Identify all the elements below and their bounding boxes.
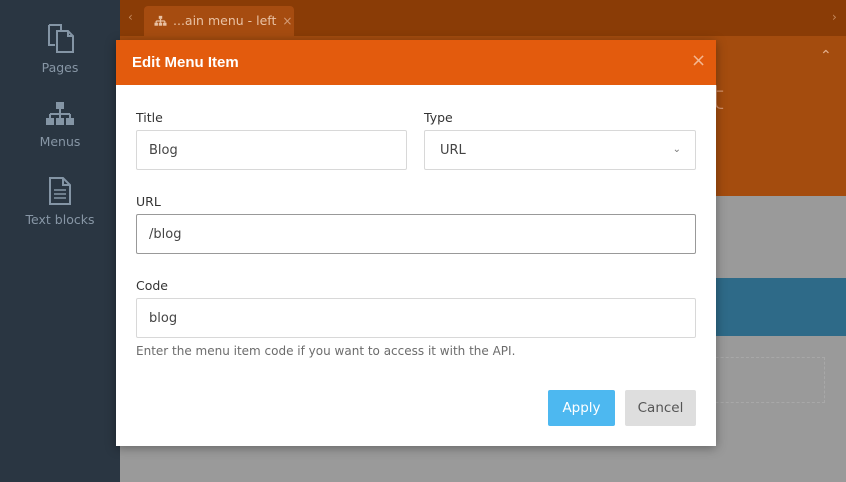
apply-button[interactable]: Apply [548,390,615,426]
type-select[interactable]: URL ⌄ [424,130,696,170]
sidebar: Pages Menus Text blocks [0,0,120,482]
dialog-title: Edit Menu Item [132,54,239,71]
url-label: URL [136,194,161,209]
code-label: Code [136,278,169,293]
chevron-up-icon[interactable]: ⌃ [820,48,832,64]
edit-menu-item-dialog: Edit Menu Item × Title Blog Type URL ⌄ U… [116,40,716,446]
code-input-value: blog [149,311,178,326]
code-input[interactable]: blog [136,298,696,338]
tab-main-menu-left[interactable]: ...ain menu - left × [144,6,294,36]
type-label: Type [424,110,453,125]
sidebar-item-pages[interactable]: Pages [0,22,120,75]
chevron-down-icon: ⌄ [672,144,681,155]
sidebar-item-label: Text blocks [25,212,95,227]
cancel-button[interactable]: Cancel [625,390,696,426]
title-input-value: Blog [149,143,178,158]
sitemap-icon [154,15,167,26]
sidebar-item-label: Menus [39,134,81,149]
pages-icon [48,24,74,53]
sidebar-item-menus[interactable]: Menus [0,100,120,149]
url-input-value: /blog [149,227,182,242]
title-input[interactable]: Blog [136,130,407,170]
close-icon[interactable]: × [691,52,706,70]
code-help-text: Enter the menu item code if you want to … [136,344,516,358]
dialog-header: Edit Menu Item × [116,40,716,85]
url-input[interactable]: /blog [136,214,696,254]
type-select-value: URL [440,143,466,158]
sidebar-item-label: Pages [41,60,79,75]
tab-label: ...ain menu - left [173,13,277,28]
tabs-prev-icon[interactable]: ‹ [128,10,133,24]
title-label: Title [136,110,163,125]
sitemap-icon [46,102,74,125]
tab-bar: ‹ ...ain menu - left × › [120,0,846,36]
sidebar-item-text-blocks[interactable]: Text blocks [0,176,120,227]
document-icon [49,177,71,205]
tabs-next-icon[interactable]: › [832,10,837,24]
close-icon[interactable]: × [282,14,292,28]
